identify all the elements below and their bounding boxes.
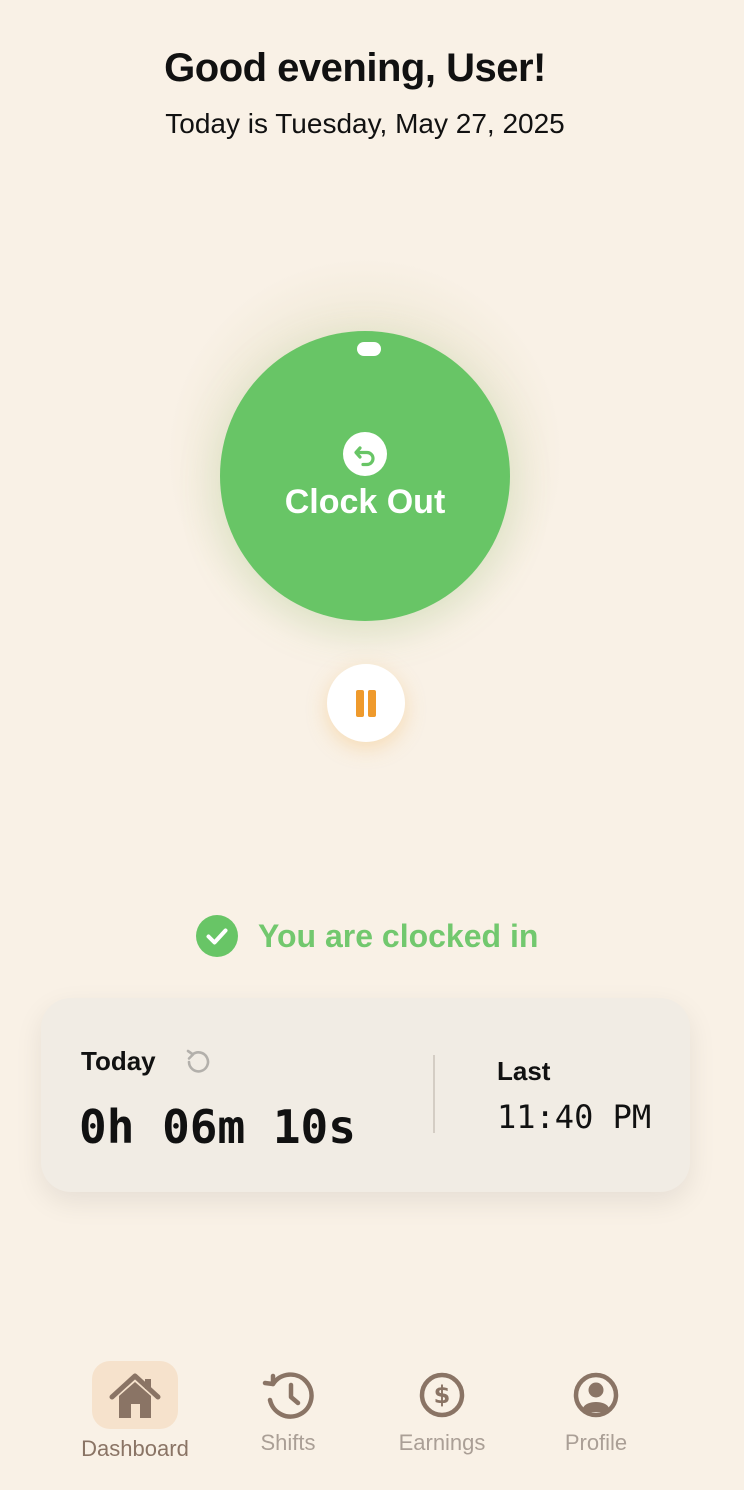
- date-line: Today is Tuesday, May 27, 2025: [165, 108, 565, 139]
- tab-label-earnings: Earnings: [398, 1430, 486, 1455]
- tab-dashboard[interactable]: Dashboard: [62, 1370, 208, 1462]
- stats-divider: [433, 1055, 435, 1133]
- stats-card: Today 0h 06m 10s Last 11:40 PM: [41, 998, 690, 1192]
- bottom-tab-bar: Dashboard Shifts $ Earnings Profile: [0, 1350, 744, 1490]
- clock-status: You are clocked in: [196, 914, 538, 958]
- clock-out-button[interactable]: Clock Out: [220, 331, 510, 621]
- dashboard-screen: Good evening, User! Today is Tuesday, Ma…: [0, 0, 744, 1490]
- dollar-circle-icon: $: [382, 1370, 502, 1420]
- check-circle-icon: [196, 915, 238, 957]
- undo-arrow-icon: [343, 432, 387, 476]
- tab-profile[interactable]: Profile: [536, 1370, 656, 1456]
- pause-bar-left: [356, 690, 364, 717]
- last-label: Last: [497, 1056, 551, 1086]
- pause-bar-right: [368, 690, 376, 717]
- tab-earnings[interactable]: $ Earnings: [382, 1370, 502, 1456]
- status-text: You are clocked in: [258, 917, 539, 954]
- today-duration: 0h 06m 10s: [79, 1100, 356, 1154]
- tab-label-profile: Profile: [564, 1430, 628, 1455]
- greeting-title: Good evening, User!: [164, 46, 546, 90]
- home-icon: [62, 1370, 208, 1426]
- pause-button[interactable]: [327, 664, 405, 742]
- user-circle-icon: [536, 1370, 656, 1420]
- last-time: 11:40 PM: [497, 1098, 652, 1136]
- history-clock-icon: [228, 1370, 348, 1420]
- tab-label-dashboard: Dashboard: [81, 1436, 189, 1461]
- tab-shifts[interactable]: Shifts: [228, 1370, 348, 1456]
- clock-out-label: Clock Out: [284, 483, 446, 521]
- tab-label-shifts: Shifts: [260, 1430, 316, 1455]
- clock-button-notch: [357, 342, 381, 356]
- reset-icon[interactable]: [183, 1046, 213, 1076]
- today-label: Today: [81, 1046, 156, 1076]
- svg-text:$: $: [434, 1381, 451, 1409]
